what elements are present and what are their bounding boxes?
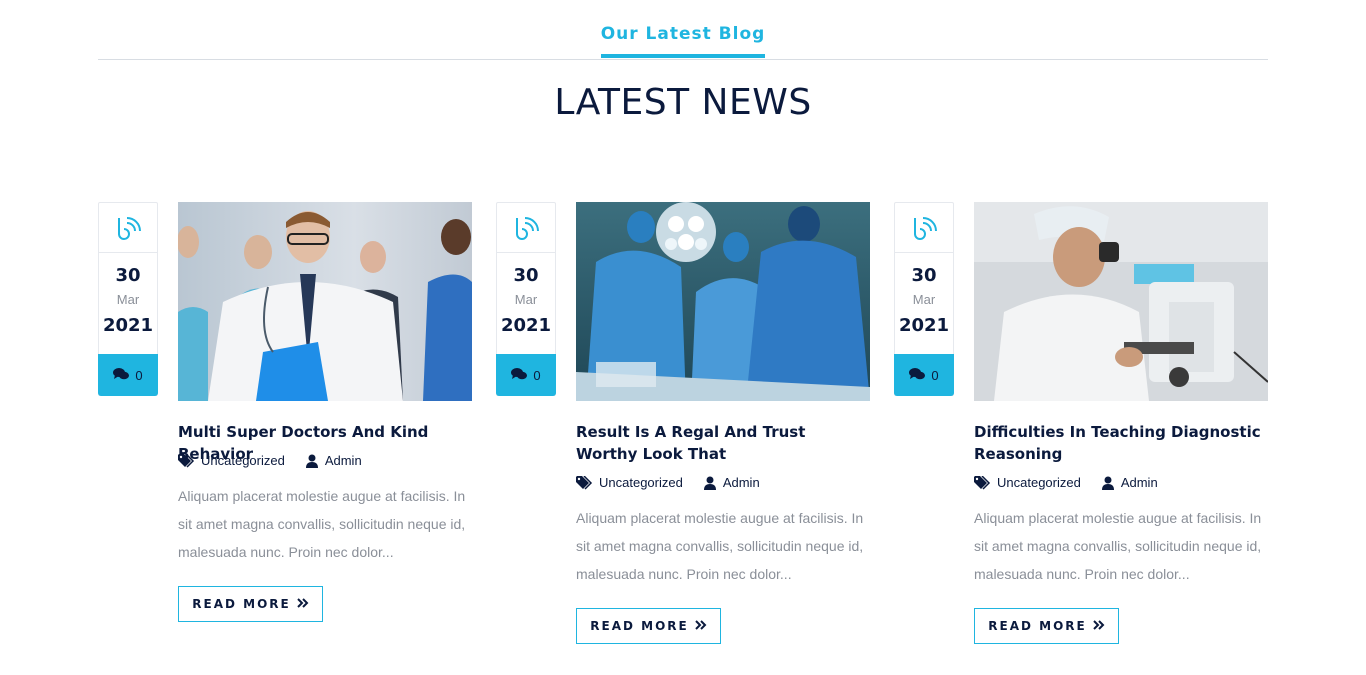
post-meta: Uncategorized Admin <box>974 475 1268 490</box>
section-divider <box>98 59 1268 60</box>
read-more-label: READ MORE <box>590 619 689 633</box>
read-more-button[interactable]: READ MORE <box>974 608 1119 644</box>
double-chevron-right-icon <box>1093 619 1105 633</box>
blog-logo-icon <box>497 203 555 253</box>
user-icon <box>1101 476 1115 490</box>
date-month: Mar <box>912 292 936 307</box>
date-box: 30 Mar 2021 0 <box>98 202 158 396</box>
post-excerpt: Aliquam placerat molestie augue at facil… <box>974 510 1262 582</box>
comments-link[interactable]: 0 <box>894 354 954 396</box>
post-title[interactable]: Result Is A Regal And Trust Worthy Look … <box>576 421 870 465</box>
date-box: 30 Mar 2021 0 <box>894 202 954 396</box>
blog-card: 30 Mar 2021 0 Multi Super Doctors And Ki… <box>98 202 472 662</box>
date-year: 2021 <box>898 315 950 336</box>
comments-icon <box>909 367 926 384</box>
post-author[interactable]: Admin <box>325 453 362 468</box>
blog-logo-icon <box>99 203 157 253</box>
comments-count: 0 <box>931 367 939 383</box>
tags-icon <box>974 475 991 490</box>
post-category[interactable]: Uncategorized <box>599 475 683 490</box>
post-excerpt: Aliquam placerat molestie augue at facil… <box>576 510 864 582</box>
post-meta: Uncategorized Admin <box>576 475 870 490</box>
comments-link[interactable]: 0 <box>98 354 158 396</box>
post-thumbnail[interactable] <box>178 202 472 401</box>
blog-card: 30 Mar 2021 0 Result Is A Regal And Trus… <box>496 202 870 662</box>
post-thumbnail[interactable] <box>576 202 870 401</box>
date-day: 30 <box>513 265 539 286</box>
date-day: 30 <box>911 265 937 286</box>
read-more-label: READ MORE <box>988 619 1087 633</box>
post-author[interactable]: Admin <box>723 475 760 490</box>
comments-count: 0 <box>533 367 541 383</box>
double-chevron-right-icon <box>695 619 707 633</box>
read-more-label: READ MORE <box>192 597 291 611</box>
comments-icon <box>113 367 130 384</box>
comments-count: 0 <box>135 367 143 383</box>
section-tag: Our Latest Blog <box>0 24 1366 58</box>
comments-link[interactable]: 0 <box>496 354 556 396</box>
read-more-button[interactable]: READ MORE <box>576 608 721 644</box>
post-author[interactable]: Admin <box>1121 475 1158 490</box>
post-excerpt: Aliquam placerat molestie augue at facil… <box>178 488 466 560</box>
tags-icon <box>178 453 195 468</box>
user-icon <box>305 454 319 468</box>
post-category[interactable]: Uncategorized <box>201 453 285 468</box>
date-month: Mar <box>116 292 140 307</box>
post-title[interactable]: Difficulties In Teaching Diagnostic Reas… <box>974 421 1268 465</box>
double-chevron-right-icon <box>297 597 309 611</box>
blog-card: 30 Mar 2021 0 Difficulties In Teaching D… <box>894 202 1268 662</box>
user-icon <box>703 476 717 490</box>
date-year: 2021 <box>500 315 552 336</box>
section-tag-label: Our Latest Blog <box>600 24 766 58</box>
date-month: Mar <box>514 292 538 307</box>
post-thumbnail[interactable] <box>974 202 1268 401</box>
post-meta: Uncategorized Admin <box>178 453 472 468</box>
comments-icon <box>511 367 528 384</box>
section-title: LATEST NEWS <box>554 82 812 123</box>
date-year: 2021 <box>102 315 154 336</box>
read-more-button[interactable]: READ MORE <box>178 586 323 622</box>
post-category[interactable]: Uncategorized <box>997 475 1081 490</box>
tags-icon <box>576 475 593 490</box>
date-day: 30 <box>115 265 141 286</box>
date-box: 30 Mar 2021 0 <box>496 202 556 396</box>
blog-logo-icon <box>895 203 953 253</box>
